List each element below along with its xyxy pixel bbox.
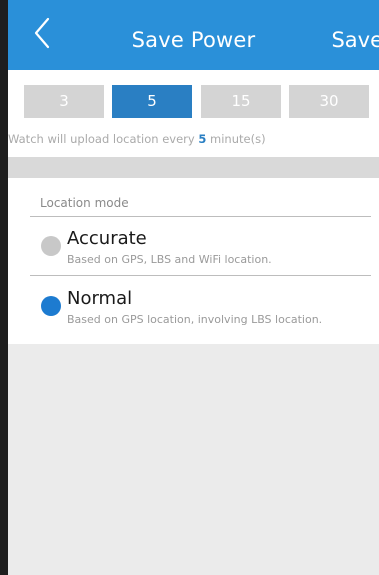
note-prefix: Watch will upload location every <box>8 132 199 146</box>
interval-panel: 3 5 15 30 Watch will upload location eve… <box>8 70 379 157</box>
option-description: Based on GPS, LBS and WiFi location. <box>67 253 272 266</box>
option-description: Based on GPS location, involving LBS loc… <box>67 313 323 326</box>
interval-option-3[interactable]: 3 <box>24 85 104 118</box>
section-separator <box>8 157 379 178</box>
location-mode-panel: Location mode Accurate Based on GPS, LBS… <box>8 178 379 344</box>
option-name: Accurate <box>67 228 147 249</box>
divider <box>30 216 371 217</box>
save-button[interactable]: Save <box>331 26 379 54</box>
option-name: Normal <box>67 288 133 309</box>
interval-option-15[interactable]: 15 <box>201 85 281 118</box>
note-suffix: minute(s) <box>206 132 266 146</box>
left-edge <box>0 0 8 575</box>
mode-option-accurate[interactable]: Accurate Based on GPS, LBS and WiFi loca… <box>8 218 379 274</box>
divider <box>30 275 371 276</box>
section-label: Location mode <box>40 196 129 210</box>
upload-interval-note: Watch will upload location every 5 minut… <box>8 131 266 147</box>
screen: Save Power Save 3 5 15 30 Watch will upl… <box>0 0 379 575</box>
interval-option-5[interactable]: 5 <box>112 85 192 118</box>
interval-option-30[interactable]: 30 <box>289 85 369 118</box>
top-bar: Save Power Save <box>8 0 379 70</box>
radio-button-normal[interactable] <box>41 296 61 316</box>
page-title: Save Power <box>131 28 256 52</box>
save-power-screen: Save Power Save 3 5 15 30 Watch will upl… <box>8 0 379 575</box>
mode-option-normal[interactable]: Normal Based on GPS location, involving … <box>8 278 379 334</box>
radio-button-accurate[interactable] <box>41 236 61 256</box>
